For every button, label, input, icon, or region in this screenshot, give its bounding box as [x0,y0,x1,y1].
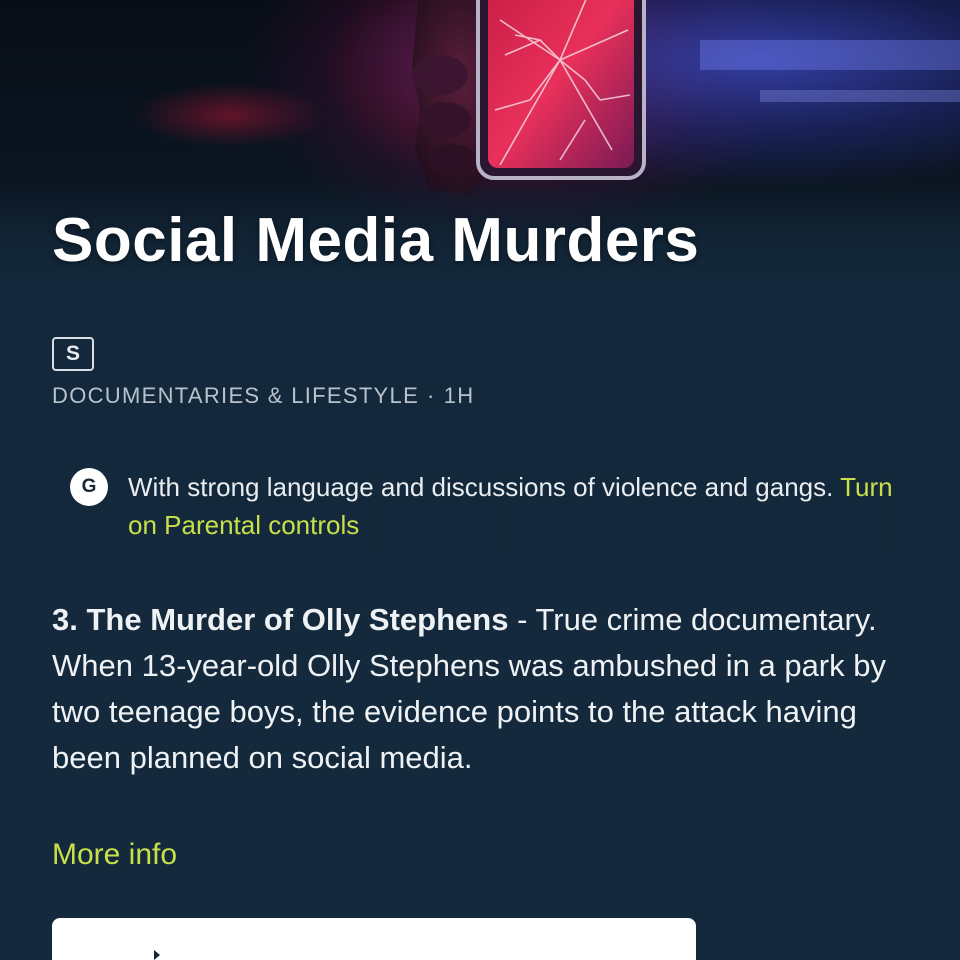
episode-title: 3. The Murder of Olly Stephens [52,602,509,637]
programme-detail-page: Social Media Murders S DOCUMENTARIES & L… [0,0,960,960]
programme-meta: DOCUMENTARIES & LIFESTYLE · 1H [52,383,474,409]
duration-label: 1H [443,383,475,408]
more-info-link[interactable]: More info [52,838,177,872]
episode-description: 3. The Murder of Olly Stephens - True cr… [52,597,922,781]
guidance-text: With strong language and discussions of … [128,468,908,544]
genre-label: DOCUMENTARIES & LIFESTYLE [52,383,420,408]
guidance-warning: With strong language and discussions of … [128,472,841,502]
play-icon [154,950,160,960]
play-button[interactable] [52,918,696,960]
page-title: Social Media Murders [52,206,700,275]
episode-dash: - [508,602,536,637]
meta-separator: · [427,383,436,408]
guidance-g-icon: G [70,468,108,506]
rating-badge: S [52,337,94,371]
